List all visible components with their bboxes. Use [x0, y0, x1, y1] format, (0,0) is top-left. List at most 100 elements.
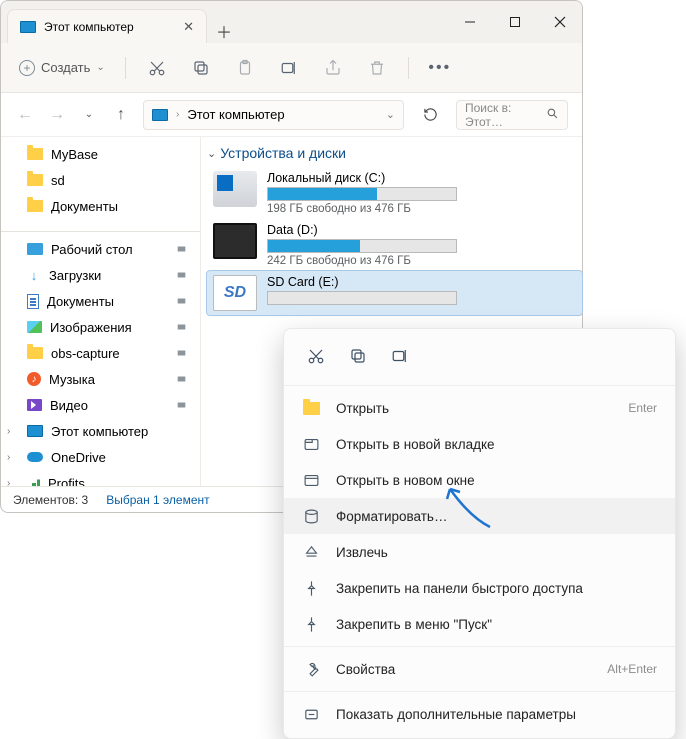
copy-icon[interactable]	[182, 51, 220, 85]
context-quick-actions	[284, 335, 675, 381]
divider	[125, 57, 126, 79]
nav-item-onedrive[interactable]: ›OneDrive	[1, 444, 200, 470]
plus-icon: +	[19, 60, 35, 76]
nav-item-pictures[interactable]: Изображения	[1, 314, 200, 340]
folder-icon	[27, 347, 43, 359]
nav-item-profits[interactable]: ›Profits	[1, 470, 200, 486]
chart-icon	[27, 477, 40, 487]
delete-icon[interactable]	[358, 51, 396, 85]
nav-item-mybase[interactable]: MyBase	[1, 141, 200, 167]
windows-drive-icon	[213, 171, 257, 207]
video-icon	[27, 399, 42, 411]
tab-this-pc[interactable]: Этот компьютер ✕	[7, 9, 207, 43]
window-controls	[447, 1, 582, 43]
ctx-open[interactable]: ОткрытьEnter	[284, 390, 675, 426]
close-button[interactable]	[537, 1, 582, 43]
ctx-properties[interactable]: СвойстваAlt+Enter	[284, 651, 675, 687]
minimize-button[interactable]	[447, 1, 492, 43]
drive-name: Data (D:)	[267, 223, 467, 237]
ctx-open-window[interactable]: Открыть в новом окне	[284, 462, 675, 498]
title-bar: Этот компьютер ✕ ＋	[1, 1, 582, 43]
nav-item-thispc[interactable]: ›Этот компьютер	[1, 418, 200, 444]
nav-item-documents[interactable]: Документы	[1, 193, 200, 219]
chevron-down-icon: ⌄	[96, 62, 104, 73]
ctx-format[interactable]: Форматировать…	[284, 498, 675, 534]
rename-icon[interactable]	[382, 339, 418, 373]
chevron-right-icon[interactable]: ›	[7, 426, 10, 437]
tab-close-icon[interactable]: ✕	[183, 19, 194, 35]
more-icon	[302, 706, 320, 723]
paste-icon[interactable]	[226, 51, 264, 85]
drive-free: 198 ГБ свободно из 476 ГБ	[267, 203, 467, 215]
maximize-button[interactable]	[492, 1, 537, 43]
nav-pane: MyBase sd Документы Рабочий стол ↓Загруз…	[1, 137, 201, 486]
tab-icon	[302, 436, 320, 453]
ctx-eject[interactable]: Извлечь	[284, 534, 675, 570]
refresh-button[interactable]	[416, 107, 444, 122]
nav-item-video[interactable]: Видео	[1, 392, 200, 418]
back-button[interactable]: ←	[15, 106, 35, 124]
drive-d[interactable]: Data (D:) 242 ГБ свободно из 476 ГБ	[207, 219, 582, 271]
collapse-icon[interactable]: ⌄	[207, 147, 216, 160]
music-icon: ♪	[27, 372, 41, 386]
copy-icon[interactable]	[340, 339, 376, 373]
context-menu: ОткрытьEnter Открыть в новой вкладке Отк…	[283, 328, 676, 739]
chevron-right-icon[interactable]: ›	[7, 452, 10, 463]
drive-e-sd[interactable]: SD SD Card (E:)	[207, 271, 582, 315]
nav-item-desktop[interactable]: Рабочий стол	[1, 236, 200, 262]
pictures-icon	[27, 321, 42, 333]
new-tab-button[interactable]: ＋	[207, 19, 241, 43]
nav-item-obs[interactable]: obs-capture	[1, 340, 200, 366]
item-count: Элементов: 3	[13, 493, 88, 507]
ctx-open-tab[interactable]: Открыть в новой вкладке	[284, 426, 675, 462]
format-icon	[302, 508, 320, 525]
up-button[interactable]: ↑	[111, 106, 131, 124]
new-button[interactable]: + Создать ⌄	[11, 56, 113, 80]
toolbar: + Создать ⌄ •••	[1, 43, 582, 93]
hdd-icon	[213, 223, 257, 259]
tab-label: Этот компьютер	[44, 20, 134, 34]
chevron-right-icon[interactable]: ›	[7, 478, 10, 487]
section-header[interactable]: ⌄ Устройства и диски	[207, 143, 582, 167]
chevron-down-icon[interactable]: ⌄	[79, 109, 99, 120]
document-icon	[27, 294, 39, 309]
usage-bar	[267, 187, 457, 201]
address-row: ← → ⌄ ↑ › Этот компьютер ⌄ Поиск в: Этот…	[1, 93, 582, 137]
address-bar[interactable]: › Этот компьютер ⌄	[143, 100, 404, 130]
cut-icon[interactable]	[138, 51, 176, 85]
nav-item-music[interactable]: ♪Музыка	[1, 366, 200, 392]
chevron-down-icon[interactable]: ⌄	[386, 108, 395, 121]
nav-item-documents[interactable]: Документы	[1, 288, 200, 314]
this-pc-icon	[27, 425, 43, 437]
folder-icon	[303, 402, 320, 415]
this-pc-icon	[20, 21, 36, 33]
section-label: Устройства и диски	[220, 145, 346, 161]
desktop-icon	[27, 243, 43, 255]
sd-card-icon: SD	[213, 275, 257, 311]
search-input[interactable]: Поиск в: Этот…	[456, 100, 568, 130]
tabs-area: Этот компьютер ✕ ＋	[1, 1, 447, 43]
download-icon: ↓	[27, 268, 41, 282]
search-placeholder: Поиск в: Этот…	[465, 101, 540, 129]
pin-icon	[302, 580, 320, 597]
drive-c[interactable]: Локальный диск (C:) 198 ГБ свободно из 4…	[207, 167, 582, 219]
nav-item-downloads[interactable]: ↓Загрузки	[1, 262, 200, 288]
ctx-more-options[interactable]: Показать дополнительные параметры	[284, 696, 675, 732]
nav-item-sd[interactable]: sd	[1, 167, 200, 193]
address-path: Этот компьютер	[187, 107, 284, 122]
pin-icon	[302, 616, 320, 633]
ctx-pin-start[interactable]: Закрепить в меню "Пуск"	[284, 606, 675, 642]
rename-icon[interactable]	[270, 51, 308, 85]
cut-icon[interactable]	[298, 339, 334, 373]
forward-button[interactable]: →	[47, 106, 67, 124]
ctx-pin-quick[interactable]: Закрепить на панели быстрого доступа	[284, 570, 675, 606]
folder-icon	[27, 174, 43, 186]
share-icon[interactable]	[314, 51, 352, 85]
chevron-right-icon: ›	[176, 109, 179, 120]
drive-free: 242 ГБ свободно из 476 ГБ	[267, 255, 467, 267]
folder-icon	[27, 200, 43, 212]
more-icon[interactable]: •••	[421, 51, 459, 85]
usage-bar	[267, 239, 457, 253]
drive-name: Локальный диск (C:)	[267, 171, 467, 185]
new-label: Создать	[41, 60, 90, 75]
